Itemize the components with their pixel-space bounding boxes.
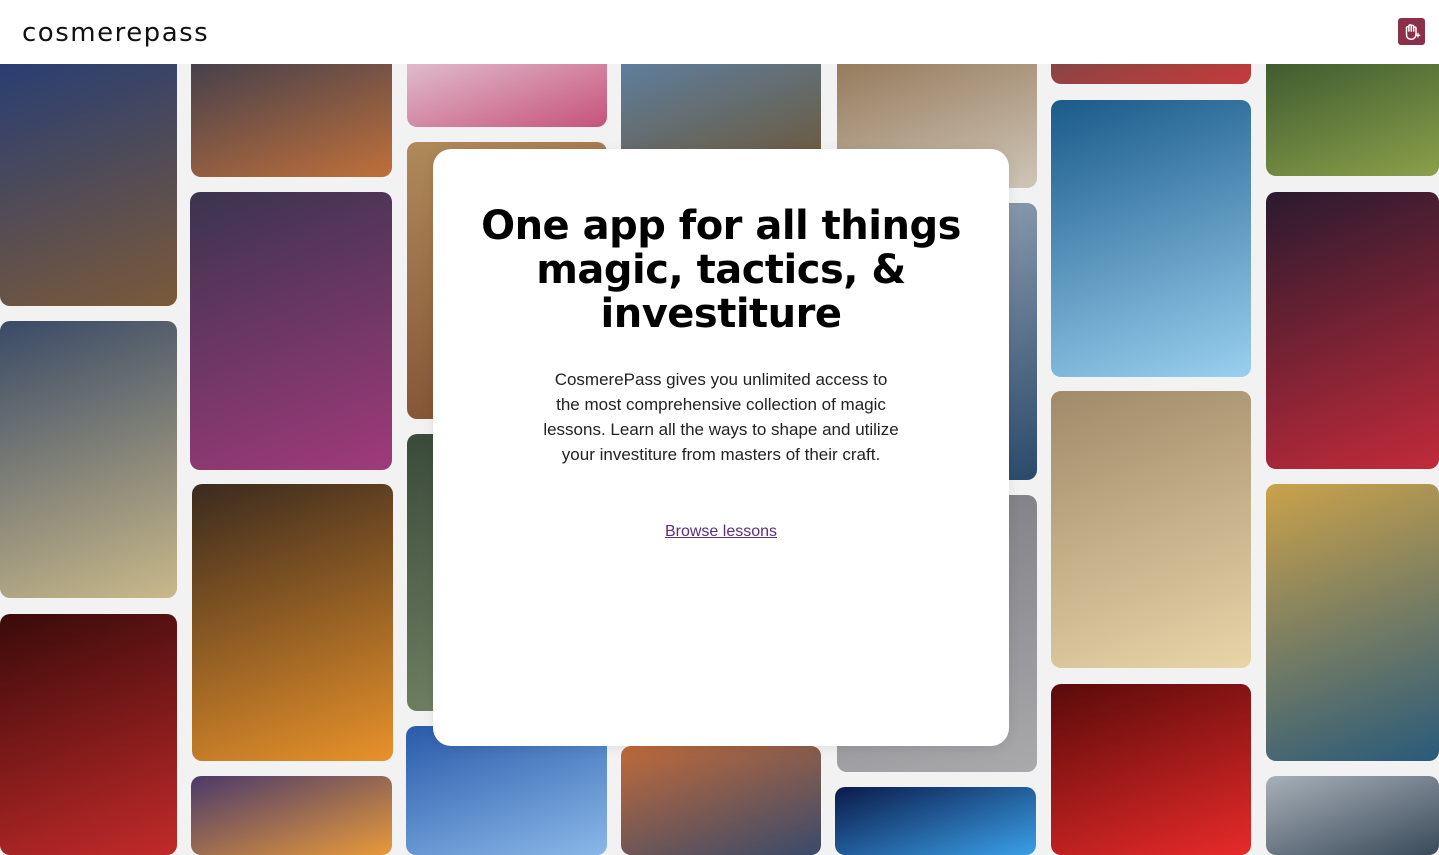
top-bar: cosmerepass (0, 0, 1439, 64)
browse-lessons-link[interactable]: Browse lessons (433, 523, 1009, 541)
artwork-red-moon[interactable] (1051, 684, 1251, 855)
artwork-violet-flames[interactable] (191, 776, 392, 855)
artwork-crimson-sorceress[interactable] (1266, 192, 1439, 469)
artwork-blue-fists[interactable] (835, 787, 1036, 855)
artwork-red-knight[interactable] (0, 614, 177, 855)
artwork-tarot-soldier[interactable] (0, 321, 177, 598)
hero-title: One app for all things magic, tactics, &… (481, 203, 961, 337)
hero-description: CosmerePass gives you unlimited access t… (543, 370, 899, 464)
artwork-sunset-walker[interactable] (621, 746, 821, 855)
logo[interactable]: cosmerepass (22, 18, 209, 48)
intro-modal: One app for all things magic, tactics, &… (433, 149, 1009, 746)
hand-icon (1405, 23, 1420, 40)
artwork-purple-dancer[interactable] (190, 192, 392, 470)
artwork-golden-glow[interactable] (1051, 391, 1251, 668)
artwork-fire-battle[interactable] (192, 484, 393, 761)
artwork-sword-slash[interactable] (1266, 776, 1439, 855)
artwork-falling-hero[interactable] (1266, 484, 1439, 761)
artwork-storm-mage[interactable] (1051, 100, 1251, 377)
menu-button[interactable] (1398, 18, 1425, 45)
